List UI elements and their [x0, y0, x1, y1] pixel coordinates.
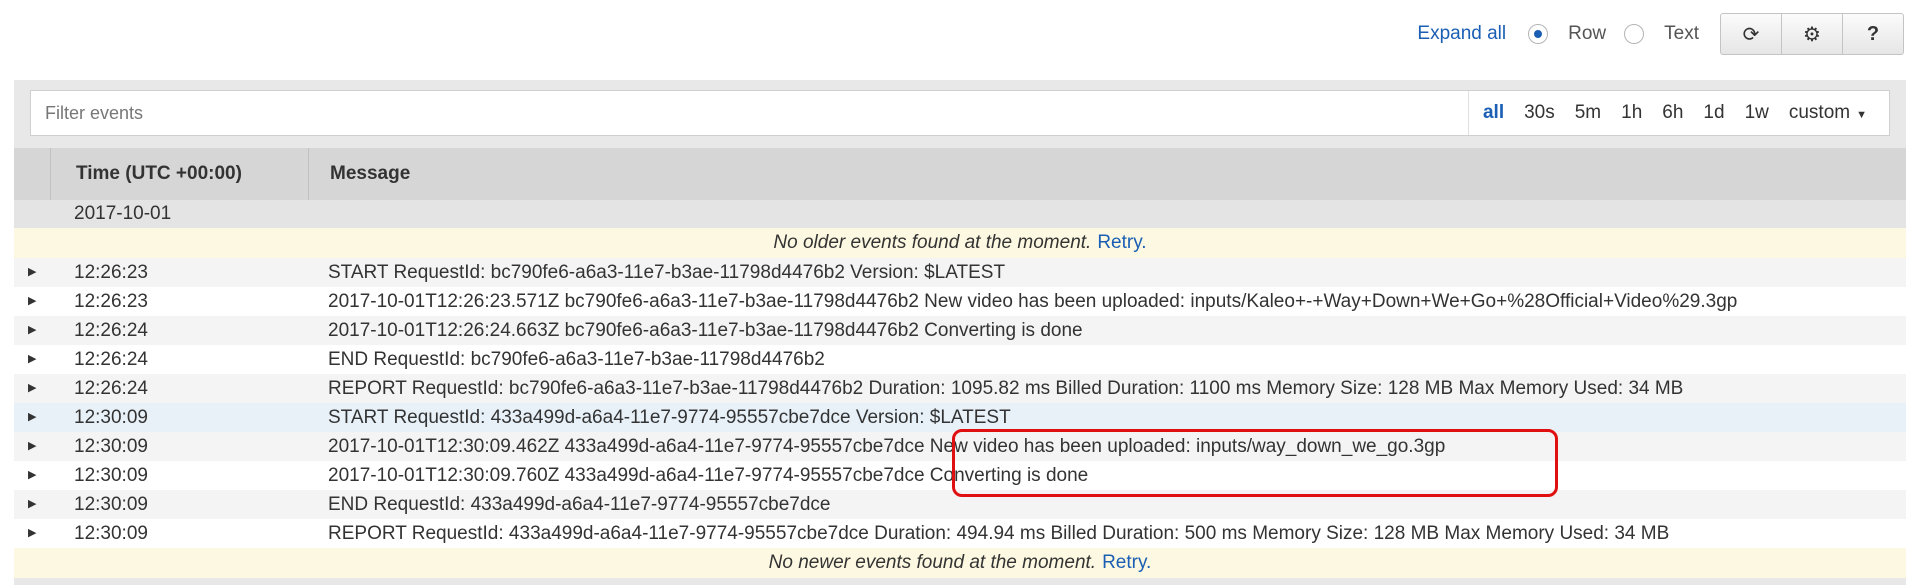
toolbar-button-group: ⟳ ⚙ ?: [1720, 13, 1904, 55]
range-1h[interactable]: 1h: [1611, 102, 1652, 124]
text-radio[interactable]: [1624, 24, 1645, 44]
refresh-icon: ⟳: [1742, 23, 1760, 46]
filter-bar: all 30s 5m 1h 6h 1d 1w custom ▼: [30, 90, 1890, 136]
filter-events-input[interactable]: [31, 90, 1468, 136]
settings-button[interactable]: ⚙: [1781, 13, 1843, 55]
expand-row-arrow-icon[interactable]: ▶: [28, 519, 36, 548]
table-row[interactable]: ▶ 12:26:24 2017-10-01T12:26:24.663Z bc790f…: [14, 316, 1906, 345]
table-row[interactable]: ▶ 12:26:23 START RequestId: bc790fe6-a6a3-…: [14, 258, 1906, 287]
log-rows: 2017-10-01 No older events found at the …: [14, 200, 1906, 578]
older-events-notice: No older events found at the moment. Retr…: [14, 228, 1906, 258]
event-message: REPORT RequestId: bc790fe6-a6a3-11e7-b3a…: [328, 378, 1684, 399]
event-time: 12:30:09: [74, 523, 148, 544]
event-message: END RequestId: bc790fe6-a6a3-11e7-b3ae-1…: [328, 349, 825, 370]
retry-newer-link[interactable]: Retry.: [1102, 552, 1151, 573]
date-row: 2017-10-01: [14, 200, 1906, 228]
table-row[interactable]: ▶ 12:30:09 END RequestId: 433a499d-a6a4-11…: [14, 490, 1906, 519]
expand-row-arrow-icon[interactable]: ▶: [28, 374, 36, 403]
log-events-panel: all 30s 5m 1h 6h 1d 1w custom ▼ Time (UTC…: [14, 80, 1906, 585]
older-notice-text: No older events found at the moment.: [773, 232, 1092, 253]
expand-all-link[interactable]: Expand all: [1417, 23, 1506, 45]
expand-row-arrow-icon[interactable]: ▶: [28, 403, 36, 432]
table-row[interactable]: ▶ 12:30:09 START RequestId: 433a499d-a6a4-…: [14, 403, 1906, 432]
event-time: 12:30:09: [74, 465, 148, 486]
range-1d[interactable]: 1d: [1693, 102, 1734, 124]
caret-down-icon: ▼: [1856, 109, 1867, 121]
retry-older-link[interactable]: Retry.: [1097, 232, 1146, 253]
event-message: 2017-10-01T12:30:09.760Z 433a499d-a6a4-1…: [328, 465, 1089, 486]
event-message: 2017-10-01T12:30:09.462Z 433a499d-a6a4-1…: [328, 436, 1446, 457]
newer-events-notice: No newer events found at the moment. Retr…: [14, 548, 1906, 578]
toolbar: Expand all Row Text ⟳ ⚙ ?: [1417, 13, 1904, 55]
event-time: 12:30:09: [74, 407, 148, 428]
table-row[interactable]: ▶ 12:26:24 END RequestId: bc790fe6-a6a3-11…: [14, 345, 1906, 374]
row-radio-label: Row: [1568, 23, 1607, 44]
expand-row-arrow-icon[interactable]: ▶: [28, 490, 36, 519]
table-row[interactable]: ▶ 12:26:23 2017-10-01T12:26:23.571Z bc790f…: [14, 287, 1906, 316]
refresh-button[interactable]: ⟳: [1720, 13, 1782, 55]
range-1w[interactable]: 1w: [1735, 102, 1779, 124]
gear-icon: ⚙: [1803, 23, 1821, 46]
view-mode-text[interactable]: Text: [1624, 23, 1699, 45]
event-time: 12:30:09: [74, 494, 148, 515]
event-message: START RequestId: bc790fe6-a6a3-11e7-b3ae…: [328, 262, 1006, 283]
help-button[interactable]: ?: [1842, 13, 1904, 55]
event-time: 12:26:24: [74, 349, 148, 370]
event-message: START RequestId: 433a499d-a6a4-11e7-9774…: [328, 407, 1011, 428]
range-5m[interactable]: 5m: [1565, 102, 1611, 124]
range-30s[interactable]: 30s: [1514, 102, 1565, 124]
expand-row-arrow-icon[interactable]: ▶: [28, 258, 36, 287]
expand-row-arrow-icon[interactable]: ▶: [28, 316, 36, 345]
newer-notice-text: No newer events found at the moment.: [768, 552, 1097, 573]
table-row[interactable]: ▶ 12:30:09 2017-10-01T12:30:09.462Z 433a49…: [14, 432, 1906, 461]
expand-row-arrow-icon[interactable]: ▶: [28, 345, 36, 374]
column-divider: [308, 148, 309, 200]
event-time: 12:26:23: [74, 262, 148, 283]
column-divider: [50, 148, 51, 200]
range-6h[interactable]: 6h: [1652, 102, 1693, 124]
range-custom-label: custom: [1788, 102, 1851, 123]
event-message: END RequestId: 433a499d-a6a4-11e7-9774-9…: [328, 494, 831, 515]
event-time: 12:26:24: [74, 320, 148, 341]
expand-row-arrow-icon[interactable]: ▶: [28, 461, 36, 490]
event-time: 12:26:23: [74, 291, 148, 312]
date-label: 2017-10-01: [74, 203, 172, 224]
table-row[interactable]: ▶ 12:26:24 REPORT RequestId: bc790fe6-a6a3…: [14, 374, 1906, 403]
expand-row-arrow-icon[interactable]: ▶: [28, 432, 36, 461]
event-message: 2017-10-01T12:26:23.571Z bc790fe6-a6a3-1…: [328, 291, 1738, 312]
help-icon: ?: [1866, 22, 1880, 45]
range-all[interactable]: all: [1473, 102, 1514, 124]
table-header: Time (UTC +00:00) Message: [14, 148, 1906, 200]
message-column-header[interactable]: Message: [330, 148, 410, 200]
range-custom[interactable]: custom ▼: [1779, 102, 1877, 124]
time-range-selector: all 30s 5m 1h 6h 1d 1w custom ▼: [1467, 91, 1889, 135]
text-radio-label: Text: [1664, 23, 1699, 44]
row-radio[interactable]: [1528, 24, 1549, 44]
event-message: 2017-10-01T12:26:24.663Z bc790fe6-a6a3-1…: [328, 320, 1083, 341]
view-mode-row[interactable]: Row: [1528, 23, 1606, 45]
table-row[interactable]: ▶ 12:30:09 REPORT RequestId: 433a499d-a6a4…: [14, 519, 1906, 548]
expand-row-arrow-icon[interactable]: ▶: [28, 287, 36, 316]
event-time: 12:26:24: [74, 378, 148, 399]
event-message: REPORT RequestId: 433a499d-a6a4-11e7-977…: [328, 523, 1670, 544]
event-rows: ▶ 12:26:23 START RequestId: bc790fe6-a6a3-…: [14, 258, 1906, 548]
event-time: 12:30:09: [74, 436, 148, 457]
table-row[interactable]: ▶ 12:30:09 2017-10-01T12:30:09.760Z 433a49…: [14, 461, 1906, 490]
time-column-header[interactable]: Time (UTC +00:00): [76, 148, 242, 200]
